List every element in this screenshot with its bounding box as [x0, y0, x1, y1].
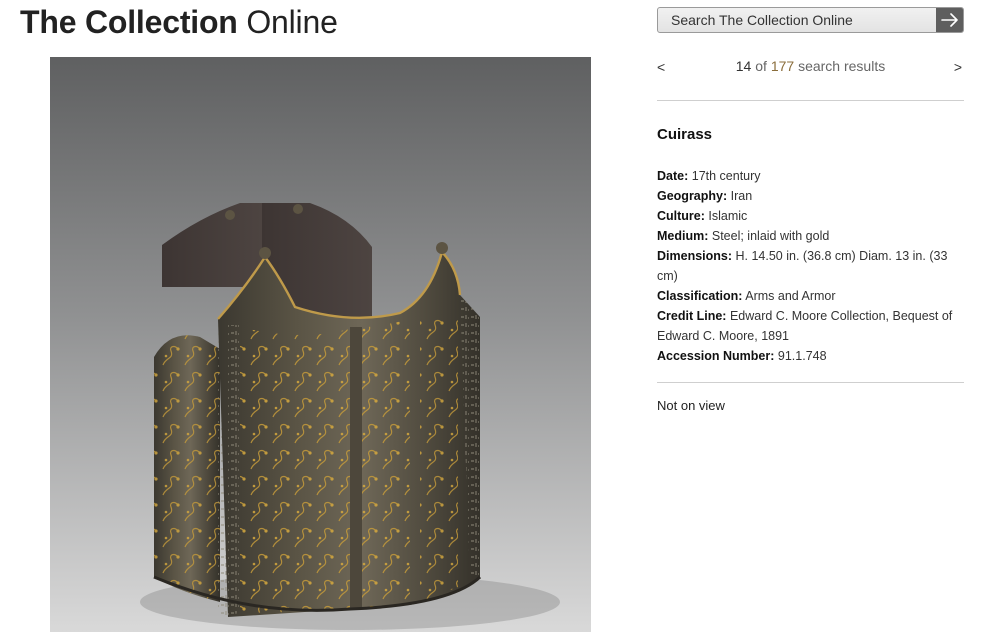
fact-culture: Culture: Islamic [657, 206, 957, 226]
object-title: Cuirass [657, 126, 713, 143]
fact-value: 17th century [691, 169, 761, 183]
results-pager: < 14 of 177 search results > [657, 58, 964, 76]
current-result-number: 14 [735, 58, 752, 74]
cuirass-photo [50, 57, 591, 632]
fact-label: Classification: [657, 289, 743, 303]
divider-bottom [657, 382, 964, 383]
fact-label: Dimensions: [657, 249, 733, 263]
fact-label: Geography: [657, 189, 728, 203]
on-view-status: Not on view [657, 398, 725, 413]
result-count: 14 of 177 search results [657, 58, 964, 74]
result-of-label: of [755, 58, 767, 74]
fact-value: Islamic [708, 209, 748, 223]
search-input[interactable] [658, 8, 937, 32]
fact-date: Date: 17th century [657, 166, 957, 186]
fact-label: Accession Number: [657, 349, 775, 363]
search-submit-button[interactable] [936, 8, 963, 32]
fact-classification: Classification: Arms and Armor [657, 286, 957, 306]
fact-value: Iran [730, 189, 753, 203]
page-title-light: Online [246, 4, 338, 40]
fact-value: 91.1.748 [777, 349, 827, 363]
arrow-right-icon [940, 13, 958, 27]
page-title[interactable]: The Collection Online [20, 2, 338, 42]
fact-label: Culture: [657, 209, 705, 223]
object-image[interactable] [50, 57, 591, 632]
search-results-link[interactable]: search results [798, 58, 885, 74]
object-facts: Date: 17th century Geography: Iran Cultu… [657, 166, 957, 366]
fact-label: Credit Line: [657, 309, 727, 323]
fact-accession-number: Accession Number: 91.1.748 [657, 346, 957, 366]
fact-medium: Medium: Steel; inlaid with gold [657, 226, 957, 246]
fact-label: Date: [657, 169, 689, 183]
fact-geography: Geography: Iran [657, 186, 957, 206]
fact-label: Medium: [657, 229, 709, 243]
page-title-bold: The Collection [20, 4, 238, 40]
next-result-link[interactable]: > [954, 59, 962, 75]
divider-top [657, 100, 964, 101]
fact-value: Steel; inlaid with gold [711, 229, 830, 243]
search-bar [657, 7, 964, 33]
fact-credit-line: Credit Line: Edward C. Moore Collection,… [657, 306, 957, 346]
fact-value: Arms and Armor [745, 289, 836, 303]
fact-dimensions: Dimensions: H. 14.50 in. (36.8 cm) Diam.… [657, 246, 957, 286]
total-results-link[interactable]: 177 [771, 58, 794, 74]
